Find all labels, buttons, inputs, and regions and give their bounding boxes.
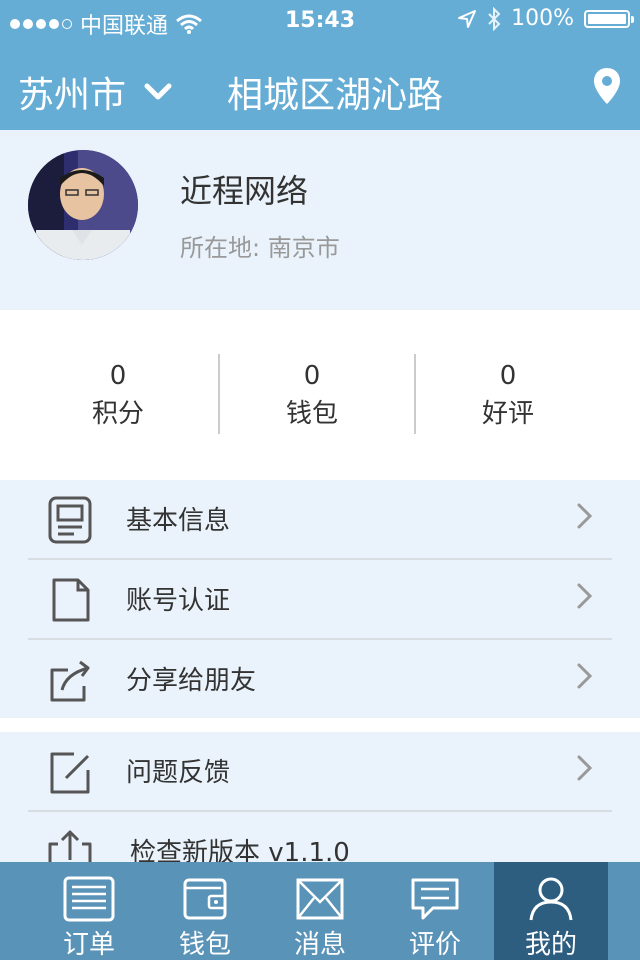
profile-location: 所在地: 南京市 — [180, 234, 340, 262]
tab-wallet[interactable]: 钱包 — [148, 862, 262, 960]
menu-item-feedback[interactable]: 问题反馈 — [0, 732, 640, 812]
stat-label: 好评 — [481, 399, 534, 429]
tab-bar: 订单 钱包 消息 评价 我的 — [0, 862, 640, 960]
comment-icon — [411, 878, 459, 920]
chevron-right-icon — [577, 663, 593, 689]
profile-name: 近程网络 — [180, 172, 309, 210]
tab-label: 评价 — [408, 930, 461, 960]
menu-item-basic-info[interactable]: 基本信息 — [0, 480, 640, 560]
avatar[interactable] — [28, 150, 138, 260]
menu-label: 基本信息 — [126, 506, 231, 536]
tab-orders[interactable]: 订单 — [32, 862, 146, 960]
stat-wallet[interactable]: 0 钱包 — [252, 360, 372, 434]
share-icon — [50, 660, 90, 702]
document-icon — [52, 578, 90, 622]
menu-item-account-verify[interactable]: 账号认证 — [0, 560, 640, 640]
id-card-icon — [48, 496, 92, 544]
tab-label: 钱包 — [178, 930, 231, 960]
stat-label: 积分 — [91, 399, 144, 429]
divider — [218, 354, 220, 434]
wallet-icon — [183, 878, 227, 920]
tab-label: 订单 — [62, 930, 115, 960]
tab-mine[interactable]: 我的 — [494, 862, 608, 960]
bluetooth-icon — [488, 6, 501, 31]
location-pin-icon[interactable] — [592, 66, 622, 106]
location-arrow-icon — [458, 9, 477, 28]
status-right: 100% — [457, 6, 634, 31]
envelope-icon — [296, 878, 344, 920]
user-icon — [529, 877, 573, 921]
tab-messages[interactable]: 消息 — [263, 862, 377, 960]
menu-group-app: 问题反馈 检查新版本 v1.1.0 — [0, 732, 640, 874]
menu-group-account: 基本信息 账号认证 分享给朋友 — [0, 480, 640, 718]
stat-reviews[interactable]: 0 好评 — [448, 360, 568, 434]
page-title: 相城区湖沁路 — [226, 75, 443, 116]
stat-value: 0 — [303, 361, 321, 391]
stat-label: 钱包 — [285, 399, 338, 429]
battery-icon — [584, 9, 634, 28]
divider — [414, 354, 416, 434]
tab-label: 消息 — [293, 930, 346, 960]
profile-section: 近程网络 所在地: 南京市 — [0, 130, 640, 310]
stat-value: 0 — [499, 361, 517, 391]
menu-label: 问题反馈 — [126, 758, 231, 788]
list-icon — [63, 876, 115, 922]
stat-points[interactable]: 0 积分 — [58, 360, 178, 434]
edit-icon — [50, 752, 90, 794]
chevron-right-icon — [577, 583, 593, 609]
stats-panel: 0 积分 0 钱包 0 好评 — [0, 310, 640, 480]
battery-percent: 100% — [511, 6, 574, 31]
nav-bar: 苏州市 相城区湖沁路 — [0, 40, 640, 130]
menu-label: 账号认证 — [126, 586, 231, 616]
tab-reviews[interactable]: 评价 — [378, 862, 492, 960]
menu-item-share[interactable]: 分享给朋友 — [0, 640, 640, 720]
menu-label: 分享给朋友 — [126, 666, 257, 696]
stat-value: 0 — [109, 361, 127, 391]
tab-label: 我的 — [524, 930, 577, 960]
chevron-right-icon — [577, 755, 593, 781]
chevron-right-icon — [577, 503, 593, 529]
status-bar: 中国联通 15:43 100% — [0, 0, 640, 40]
